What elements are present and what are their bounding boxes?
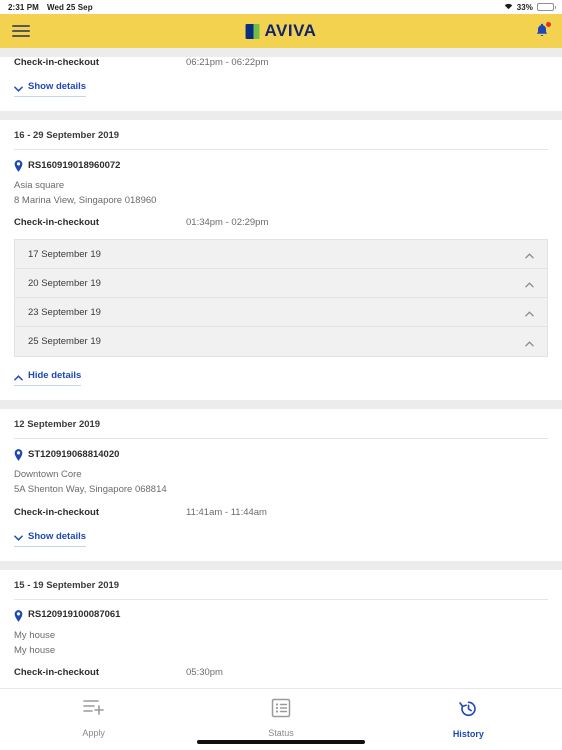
record-date-range: 15 - 19 September 2019 [14, 580, 548, 600]
list-grid-icon [271, 698, 291, 723]
tab-apply-label: Apply [82, 728, 105, 738]
battery-charging-icon [537, 3, 556, 11]
detail-list-item[interactable]: 17 September 19 [15, 240, 547, 270]
history-record-card: Check-in-checkout 06:21pm - 06:22pm Show… [0, 57, 562, 111]
aviva-logo: AVIVA [245, 21, 317, 41]
chevron-down-icon [14, 533, 23, 542]
detail-item-date: 17 September 19 [28, 248, 101, 260]
chevron-up-icon [525, 339, 534, 347]
record-reference-id: RS120919100087061 [28, 609, 121, 621]
record-reference-row: RS120919100087061 [14, 609, 548, 622]
tab-history-label: History [452, 729, 484, 739]
detail-list-item[interactable]: 23 September 19 [15, 298, 547, 328]
record-reference-id: RS160919018960072 [28, 159, 121, 171]
record-place-address: 8 Marina View, Singapore 018960 [14, 194, 157, 206]
brand-name: AVIVA [264, 21, 317, 40]
app-header-bar: AVIVA [0, 14, 562, 48]
detail-item-date: 20 September 19 [28, 277, 101, 289]
bell-icon[interactable] [534, 22, 551, 40]
hamburger-menu-icon[interactable] [12, 22, 30, 40]
chevron-up-icon [525, 280, 534, 288]
record-place-name: My house [14, 629, 56, 641]
history-record-card: 12 September 2019 ST120919068814020 Down… [0, 409, 562, 561]
checkin-checkout-label: Check-in-checkout [14, 667, 99, 679]
notification-badge [546, 22, 551, 27]
record-place-name: Downtown Core [14, 469, 82, 481]
tab-status[interactable]: Status [188, 698, 373, 738]
record-place-name: Asia square [14, 180, 65, 191]
tab-history[interactable]: History [376, 698, 561, 739]
checkin-checkout-value: 01:34pm - 02:29pm [186, 217, 269, 229]
location-pin-icon [14, 448, 23, 462]
history-record-card: 15 - 19 September 2019 RS120919100087061… [0, 569, 562, 688]
checkin-checkout-label: Check-in-checkout [14, 506, 99, 518]
tab-apply[interactable]: Apply [1, 698, 186, 738]
detail-list-item[interactable]: 20 September 19 [15, 269, 547, 299]
list-add-icon [82, 698, 105, 723]
chevron-up-icon [525, 251, 534, 259]
checkin-checkout-label: Check-in-checkout [14, 217, 99, 229]
checkin-checkout-value: 11:41am - 11:44am [186, 506, 267, 518]
hide-details-label: Hide details [28, 370, 82, 382]
checkin-checkout-value: 06:21pm - 06:22pm [186, 57, 269, 68]
chevron-up-icon [525, 309, 534, 317]
battery-percentage: 33% [516, 2, 533, 12]
checkin-checkout-row: Check-in-checkout 06:21pm - 06:22pm [14, 57, 548, 68]
record-date-range: 12 September 2019 [14, 419, 548, 440]
detail-item-date: 23 September 19 [28, 306, 101, 318]
history-list-scroll-area[interactable]: Check-in-checkout 06:21pm - 06:22pm Show… [0, 48, 562, 688]
status-bar: 2:31 PM Wed 25 Sep 33% [0, 0, 562, 14]
show-details-label: Show details [28, 530, 87, 542]
checkin-checkout-value: 05:30pm [186, 667, 223, 679]
record-detail-list: 17 September 19 20 September 19 23 Septe… [14, 239, 548, 358]
checkin-checkout-row: Check-in-checkout 11:41am - 11:44am [14, 507, 548, 518]
detail-item-date: 25 September 19 [28, 336, 101, 348]
tab-status-label: Status [268, 728, 294, 738]
checkin-checkout-row: Check-in-checkout 05:30pm [14, 667, 548, 678]
wifi-icon [504, 2, 513, 12]
detail-list-item[interactable]: 25 September 19 [15, 327, 547, 356]
hide-details-toggle[interactable]: Hide details [14, 370, 82, 387]
location-pin-icon [14, 609, 23, 622]
record-date-range: 16 - 29 September 2019 [14, 130, 548, 150]
status-bar-time: 2:31 PM [8, 2, 39, 12]
status-bar-left: 2:31 PM Wed 25 Sep [8, 3, 93, 12]
bottom-tab-bar: Apply Status History [0, 688, 562, 750]
record-reference-id: ST120919068814020 [28, 448, 120, 460]
history-record-card: 16 - 29 September 2019 RS160919018960072… [0, 120, 562, 401]
record-place-address: My house [14, 644, 56, 656]
checkin-checkout-label: Check-in-checkout [14, 57, 99, 68]
home-indicator [197, 740, 365, 744]
chevron-down-icon [14, 84, 23, 92]
checkin-checkout-row: Check-in-checkout 01:34pm - 02:29pm [14, 217, 548, 228]
show-details-toggle[interactable]: Show details [14, 530, 87, 547]
record-place-address: 5A Shenton Way, Singapore 068814 [14, 484, 167, 496]
aviva-logo-mark-icon [245, 23, 260, 39]
status-bar-right: 33% [504, 2, 556, 12]
location-pin-icon [14, 159, 23, 172]
record-reference-row: RS160919018960072 [14, 159, 548, 172]
show-details-label: Show details [28, 81, 87, 92]
record-reference-row: ST120919068814020 [14, 448, 548, 462]
clock-history-icon [458, 698, 479, 724]
show-details-toggle[interactable]: Show details [14, 81, 87, 97]
chevron-up-icon [14, 373, 23, 381]
status-bar-date: Wed 25 Sep [46, 2, 93, 12]
